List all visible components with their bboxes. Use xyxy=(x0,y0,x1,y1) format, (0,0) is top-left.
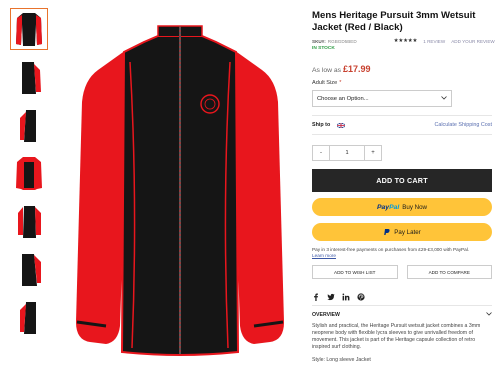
add-to-compare-button[interactable]: ADD TO COMPARE xyxy=(406,265,492,279)
calculate-shipping-link[interactable]: Calculate Shipping Cost xyxy=(434,122,492,128)
quantity-increase-button[interactable]: + xyxy=(365,146,381,160)
price-prefix: As low as xyxy=(312,67,342,74)
price-value: £17.99 xyxy=(342,64,371,74)
wishlist-compare-row: ADD TO WISH LIST ADD TO COMPARE xyxy=(312,265,492,279)
social-share-row xyxy=(312,288,492,301)
size-select-value: Choose an Option... xyxy=(317,95,369,102)
pay-later-label: Pay Later xyxy=(394,228,421,236)
thumbnail-front[interactable] xyxy=(10,8,48,50)
paypal-icon xyxy=(383,228,391,236)
add-review-link[interactable]: ADD YOUR REVIEW xyxy=(451,39,495,44)
size-select[interactable]: Choose an Option... xyxy=(312,90,452,107)
paypal-pay-later-button[interactable]: Pay Later xyxy=(312,223,492,241)
pinterest-icon[interactable] xyxy=(357,288,365,301)
add-to-wish-list-button[interactable]: ADD TO WISH LIST xyxy=(312,265,398,279)
review-count-link[interactable]: 1 REVIEW xyxy=(423,39,445,44)
linkedin-icon[interactable] xyxy=(342,288,350,301)
main-product-image[interactable] xyxy=(60,22,300,362)
learn-more-link[interactable]: Learn more xyxy=(312,253,336,258)
quantity-decrease-button[interactable]: - xyxy=(313,146,329,160)
facebook-icon[interactable] xyxy=(312,288,320,301)
quantity-stepper: - 1 + xyxy=(312,145,382,161)
thumbnail-detail-1[interactable] xyxy=(10,200,48,242)
ship-to-label: Ship to xyxy=(312,122,331,128)
thumbnail-side-left[interactable] xyxy=(10,104,48,146)
thumbnail-detail-3[interactable] xyxy=(10,296,48,338)
price-row: As low as £17.99 xyxy=(312,64,492,74)
product-title: Mens Heritage Pursuit 3mm Wetsuit Jacket… xyxy=(312,10,476,33)
paypal-logo-pay: Pay xyxy=(376,203,390,211)
size-label: Adult Size * xyxy=(312,80,492,86)
sku-label: SKU#: xyxy=(312,38,326,44)
rating-stars: ★★★★★ xyxy=(393,38,418,44)
product-info-panel: Mens Heritage Pursuit 3mm Wetsuit Jacket… xyxy=(312,10,495,363)
thumbnail-detail-2[interactable] xyxy=(10,248,48,290)
overview-section-header[interactable]: OVERVIEW xyxy=(312,305,492,319)
quantity-input[interactable]: 1 xyxy=(329,146,365,160)
thumbnail-side-right[interactable] xyxy=(10,56,48,98)
overview-description: Stylish and practical, the Heritage Purs… xyxy=(312,323,481,350)
chevron-down-icon xyxy=(441,95,447,102)
shipping-row: Ship to Calculate Shipping Cost xyxy=(312,115,492,135)
paypal-buy-now-label: Buy Now xyxy=(402,203,428,211)
overview-style: Style: Long sleeve Jacket xyxy=(312,357,371,363)
overview-heading: OVERVIEW xyxy=(312,311,340,318)
paypal-logo-pal: Pal xyxy=(389,203,400,211)
paypal-interest-message: Pay in 3 interest-free payments on purch… xyxy=(312,247,492,259)
stock-status: IN STOCK xyxy=(312,46,335,51)
thumbnail-back[interactable] xyxy=(10,152,48,194)
paypal-buy-now-button[interactable]: Pay Pal Buy Now xyxy=(312,198,492,216)
interest-text: Pay in 3 interest-free payments on purch… xyxy=(312,247,470,252)
uk-flag-icon[interactable] xyxy=(337,122,346,128)
twitter-icon[interactable] xyxy=(327,288,335,301)
add-to-cart-button[interactable]: ADD TO CART xyxy=(312,169,492,192)
required-mark: * xyxy=(339,80,342,86)
size-label-text: Adult Size xyxy=(312,80,338,86)
chevron-down-icon xyxy=(486,311,492,318)
product-meta-row: SKU#: RGBGD5BED ★★★★★ 1 REVIEW ADD YOUR … xyxy=(312,38,495,44)
sku-value: RGBGD5BED xyxy=(327,38,357,44)
thumbnail-gallery xyxy=(10,8,48,344)
